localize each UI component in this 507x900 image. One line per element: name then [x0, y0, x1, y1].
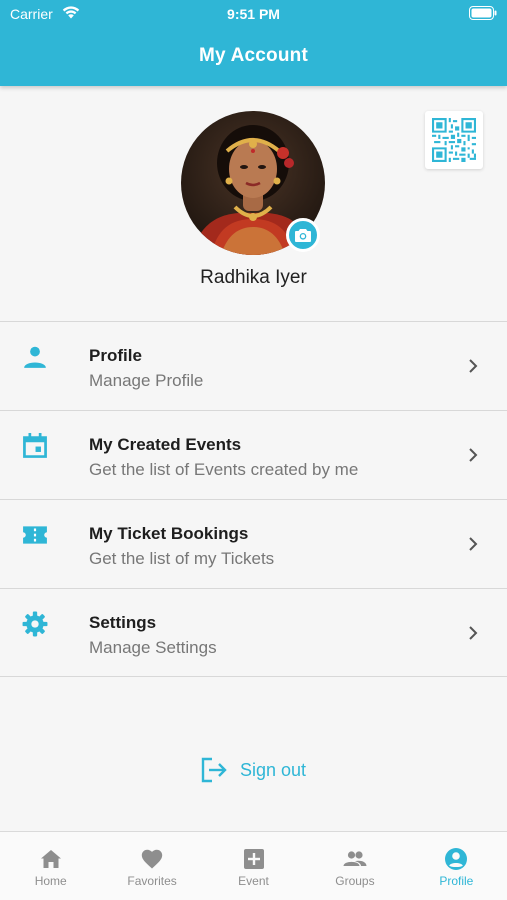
menu-item-my-ticket-bookings[interactable]: My Ticket Bookings Get the list of my Ti…: [0, 499, 507, 588]
sign-out-label: Sign out: [240, 759, 307, 780]
camera-icon: [295, 229, 311, 242]
menu-item-subtitle: Get the list of Events created by me: [89, 460, 359, 479]
home-icon: [40, 850, 61, 868]
menu-item-my-created-events[interactable]: My Created Events Get the list of Events…: [0, 410, 507, 499]
tab-home[interactable]: Home: [0, 832, 101, 900]
menu-item-settings[interactable]: Settings Manage Settings: [0, 588, 507, 677]
account-circle-icon: [445, 848, 468, 870]
tab-favorites[interactable]: Favorites: [101, 832, 202, 900]
my-account-screen: Carrier 9:51 PM My Account Radhika Iyer …: [0, 0, 507, 900]
battery-icon: [469, 6, 497, 20]
bottom-tab-bar: Home Favorites Event Groups Profile: [0, 831, 507, 900]
sign-out-button[interactable]: Sign out: [200, 756, 306, 784]
user-name: Radhika Iyer: [200, 267, 307, 288]
ticket-icon: [23, 526, 47, 544]
group-icon: [343, 851, 367, 866]
menu-item-title: Settings: [89, 613, 157, 632]
change-photo-button[interactable]: [286, 218, 320, 252]
tab-label: Groups: [335, 874, 375, 888]
menu-item-title: My Ticket Bookings: [89, 524, 249, 543]
calendar-icon: [23, 433, 47, 458]
qr-code-icon: [432, 118, 476, 162]
app-header: Carrier 9:51 PM My Account: [0, 0, 507, 86]
menu-item-profile[interactable]: Profile Manage Profile: [0, 321, 507, 410]
tab-label: Favorites: [127, 874, 177, 888]
status-bar: Carrier 9:51 PM: [0, 0, 507, 28]
clock-time: 9:51 PM: [227, 6, 280, 22]
logout-icon: [201, 757, 227, 783]
person-icon: [24, 346, 46, 368]
menu-item-title: Profile: [89, 346, 142, 365]
tab-profile[interactable]: Profile: [406, 832, 507, 900]
account-menu: Profile Manage Profile My Created Events…: [0, 321, 507, 677]
menu-item-subtitle: Get the list of my Tickets: [89, 549, 275, 568]
chevron-right-icon: [469, 359, 478, 373]
menu-item-title: My Created Events: [89, 435, 242, 454]
chevron-right-icon: [469, 626, 478, 640]
qr-code-button[interactable]: [425, 111, 483, 169]
tab-label: Profile: [439, 874, 474, 888]
heart-icon: [141, 849, 163, 869]
tab-label: Event: [238, 874, 269, 888]
menu-item-subtitle: Manage Profile: [89, 371, 204, 390]
page-title: My Account: [199, 45, 308, 66]
gear-icon: [22, 611, 48, 637]
add-box-icon: [243, 849, 264, 869]
tab-groups[interactable]: Groups: [304, 832, 405, 900]
tab-event[interactable]: Event: [203, 832, 304, 900]
menu-item-subtitle: Manage Settings: [89, 638, 217, 657]
chevron-right-icon: [469, 537, 478, 551]
profile-header: Radhika Iyer: [0, 86, 507, 322]
chevron-right-icon: [469, 448, 478, 462]
tab-label: Home: [34, 874, 67, 888]
